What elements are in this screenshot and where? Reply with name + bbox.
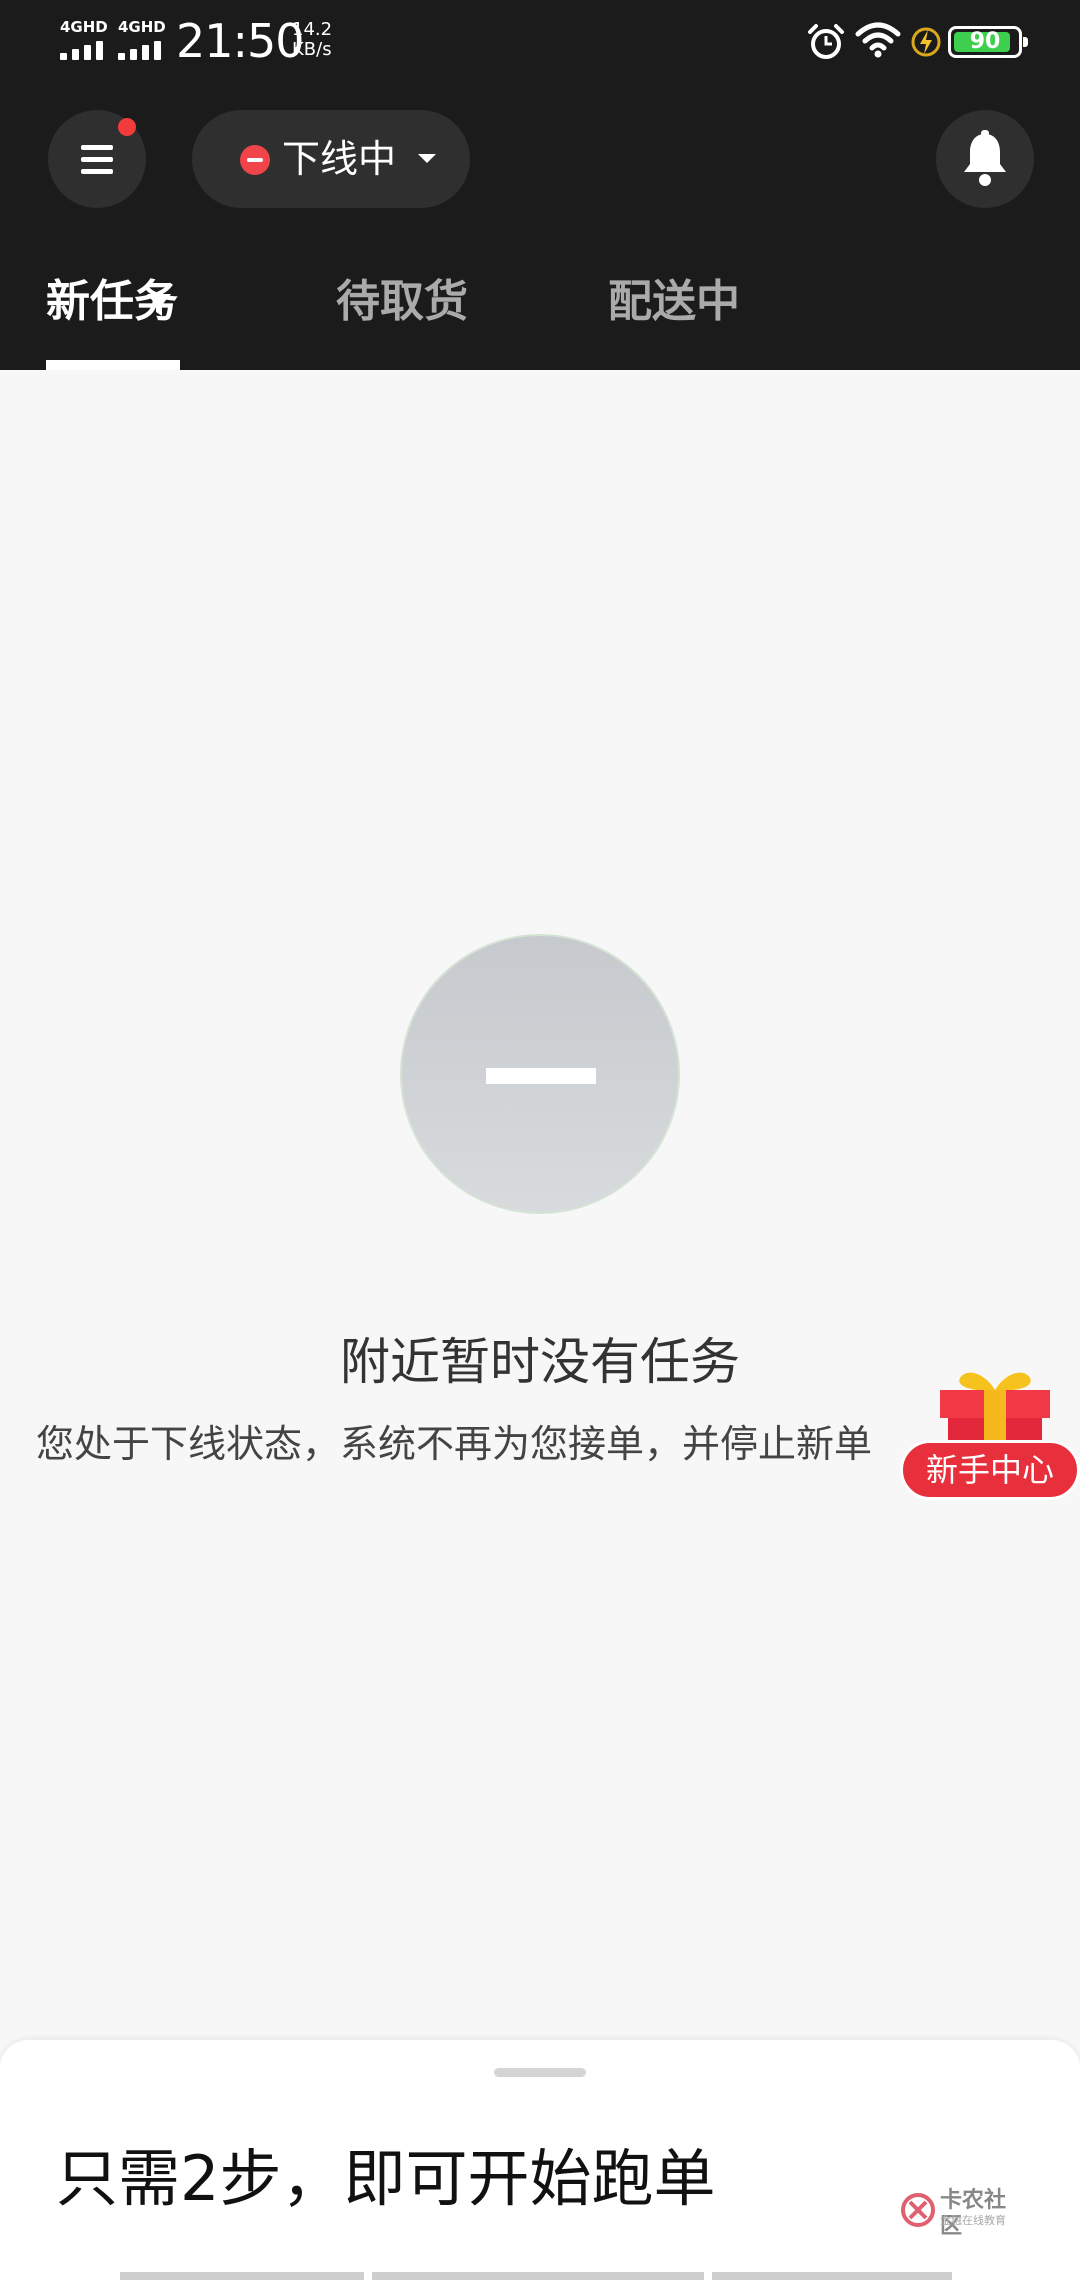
sheet-title: 只需2步，即可开始跑单 (56, 2142, 716, 2215)
work-status-label: 下线中 (282, 137, 397, 181)
onboarding-sheet[interactable]: 只需2步，即可开始跑单 卡农社区 金融在线教育 (0, 2040, 1080, 2280)
menu-icon (81, 143, 113, 175)
signal-1: 4GHD (58, 18, 118, 62)
step-cards-peek (120, 2272, 960, 2280)
watermark-logo-icon (901, 2193, 935, 2227)
tab-delivering[interactable]: 配送中 (608, 274, 740, 330)
signal-bars-icon (58, 40, 116, 60)
empty-icon (400, 934, 680, 1214)
filter-icon[interactable] (146, 292, 172, 318)
clock: 21:50 (176, 14, 305, 68)
charging-icon (911, 27, 941, 57)
status-bar: 4GHD 4GHD 21:50 14.2 KB/s 90 (0, 0, 1080, 84)
signal-2: 4GHD (116, 18, 176, 62)
net-speed-unit: KB/s (292, 39, 332, 60)
battery-level: 90 (969, 29, 1001, 54)
watermark: 卡农社区 金融在线教育 (900, 2188, 1020, 2239)
notification-dot (118, 118, 136, 136)
empty-description: 您处于下线状态，系统不再为您接单，并停止新单 (36, 1422, 873, 1466)
signal-1-label: 4GHD (60, 18, 108, 36)
net-speed: 14.2 KB/s (292, 20, 332, 60)
wifi-icon (855, 22, 901, 58)
watermark-subtitle: 金融在线教育 (940, 2214, 1006, 2227)
net-speed-value: 14.2 (292, 19, 333, 40)
app-header: 下线中 新任务 待取货 配送中 (0, 84, 1080, 370)
newbie-center-label: 新手中心 (900, 1440, 1080, 1500)
drag-handle[interactable] (494, 2068, 586, 2077)
notifications-button[interactable] (936, 110, 1034, 208)
signal-2-label: 4GHD (118, 18, 166, 36)
newbie-center-button[interactable]: 新手中心 (900, 1340, 1080, 1500)
bell-icon (964, 130, 1006, 186)
task-tabs: 新任务 待取货 配送中 (0, 254, 1080, 370)
tab-indicator (46, 360, 180, 370)
tab-pending-pickup[interactable]: 待取货 (336, 274, 468, 330)
work-status-dropdown[interactable]: 下线中 (192, 110, 470, 208)
signal-bars-icon (116, 40, 174, 60)
menu-button[interactable] (48, 110, 146, 208)
alarm-icon (808, 24, 844, 59)
battery-icon: 90 (948, 26, 1028, 58)
offline-icon (240, 145, 270, 175)
chevron-down-icon (418, 154, 436, 163)
